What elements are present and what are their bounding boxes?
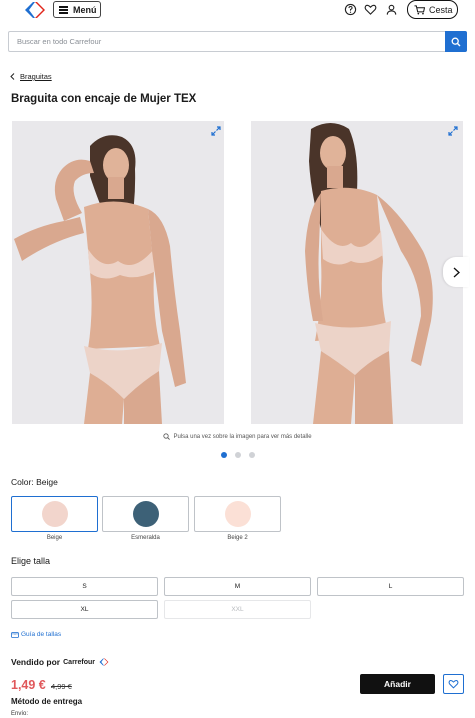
- size-option-xxl: XXL: [164, 600, 311, 619]
- swatch-label: Beige 2: [227, 535, 248, 541]
- product-image-2[interactable]: [251, 121, 463, 424]
- cart-icon: [414, 4, 425, 14]
- help-icon[interactable]: [344, 3, 357, 16]
- next-image-button[interactable]: [443, 257, 469, 287]
- zoom-icon: [163, 433, 171, 440]
- carrefour-logo-small: [99, 658, 109, 666]
- search-button[interactable]: [445, 31, 467, 52]
- carrefour-logo[interactable]: [22, 1, 46, 19]
- seller-prefix: Vendido por: [11, 657, 61, 667]
- expand-icon[interactable]: [448, 126, 458, 136]
- size-option-s[interactable]: S: [11, 577, 158, 596]
- carousel-dots: [0, 452, 475, 458]
- zoom-hint: Pulsa una vez sobre la imagen para ver m…: [0, 433, 475, 440]
- heart-icon[interactable]: [364, 3, 377, 16]
- ruler-icon: [11, 631, 19, 638]
- search-bar: [8, 31, 467, 52]
- breadcrumb-link[interactable]: Braguitas: [20, 72, 52, 81]
- size-option-xl[interactable]: XL: [11, 600, 158, 619]
- color-swatch-beige[interactable]: [11, 496, 98, 532]
- seller-name: Carrefour: [63, 658, 96, 666]
- delivery-title: Método de entrega: [11, 697, 83, 706]
- menu-label: Menú: [73, 4, 97, 15]
- color-circle: [224, 501, 251, 527]
- hamburger-icon: [59, 6, 68, 14]
- color-swatch-esmeralda[interactable]: [102, 496, 189, 532]
- heart-icon: [448, 680, 459, 689]
- old-price: 4,99 €: [51, 682, 72, 691]
- add-to-cart-button[interactable]: Añadir: [360, 674, 435, 694]
- seller-info: Vendido por Carrefour: [11, 657, 109, 667]
- chevron-left-icon: [10, 73, 15, 80]
- color-selected: Beige: [36, 477, 58, 487]
- color-circle: [132, 501, 159, 527]
- swatch-label: Beige: [46, 535, 63, 541]
- size-guide-link[interactable]: Guía de tallas: [11, 631, 61, 638]
- model-photo-side: [251, 121, 463, 424]
- menu-button[interactable]: Menú: [53, 1, 101, 18]
- search-icon: [451, 37, 461, 46]
- expand-icon[interactable]: [211, 126, 221, 136]
- search-input[interactable]: [9, 32, 446, 51]
- breadcrumb: Braguitas: [10, 72, 52, 81]
- carousel-dot[interactable]: [248, 452, 255, 458]
- basket-button[interactable]: Cesta: [407, 0, 458, 19]
- top-header: Menú Cesta: [0, 0, 475, 24]
- size-option-m[interactable]: M: [164, 577, 311, 596]
- color-swatch-beige-2[interactable]: [194, 496, 281, 532]
- color-label-text: Color:: [11, 477, 34, 487]
- swatch-label: Esmeralda: [131, 535, 160, 541]
- product-image-1[interactable]: [12, 121, 224, 424]
- color-label: Color: Beige: [11, 477, 58, 487]
- carousel-dot[interactable]: [220, 452, 227, 458]
- user-icon[interactable]: [385, 3, 398, 16]
- basket-label: Cesta: [429, 4, 453, 15]
- carousel-dot[interactable]: [234, 452, 241, 458]
- favorite-button[interactable]: [443, 674, 464, 694]
- page-title: Braguita con encaje de Mujer TEX: [11, 93, 197, 105]
- shipping-label: Envío:: [11, 711, 29, 717]
- color-circle: [41, 501, 68, 527]
- current-price: 1,49 €: [11, 678, 46, 692]
- zoom-hint-text: Pulsa una vez sobre la imagen para ver m…: [173, 433, 312, 440]
- size-option-l[interactable]: L: [317, 577, 464, 596]
- size-guide-label: Guía de tallas: [21, 631, 62, 638]
- chevron-right-icon: [453, 267, 460, 277]
- size-label: Elige talla: [11, 556, 51, 566]
- model-photo-front: [12, 121, 224, 424]
